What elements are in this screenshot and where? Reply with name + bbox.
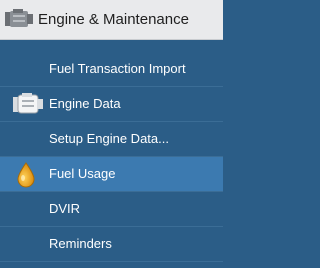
engine-icon — [4, 9, 34, 31]
menu-item-dvir[interactable]: DVIR — [0, 192, 223, 227]
menu-item-label: Fuel Transaction Import — [49, 61, 186, 76]
menu-item-engine-data[interactable]: Engine Data — [0, 87, 223, 122]
menu-item-label: Engine Data — [49, 96, 121, 111]
menu-item-fuel-transaction-import[interactable]: Fuel Transaction Import — [0, 52, 223, 87]
menu-item-label: Setup Engine Data... — [49, 131, 169, 146]
menu-item-fuel-usage[interactable]: Fuel Usage — [0, 157, 223, 192]
menu-item-label: Fuel Usage — [49, 166, 116, 181]
menu-header-title: Engine & Maintenance — [38, 11, 189, 28]
menu-item-reminders[interactable]: Reminders — [0, 227, 223, 262]
menu-item-setup-engine-data[interactable]: Setup Engine Data... — [0, 122, 223, 157]
menu-item-label: DVIR — [49, 201, 81, 216]
fuel-drop-icon — [16, 162, 36, 193]
engine-icon — [12, 93, 44, 122]
engine-maintenance-menu: Engine & Maintenance Fuel Transaction Im… — [0, 0, 223, 268]
menu-header[interactable]: Engine & Maintenance — [0, 0, 223, 40]
menu-item-label: Reminders — [49, 236, 112, 251]
